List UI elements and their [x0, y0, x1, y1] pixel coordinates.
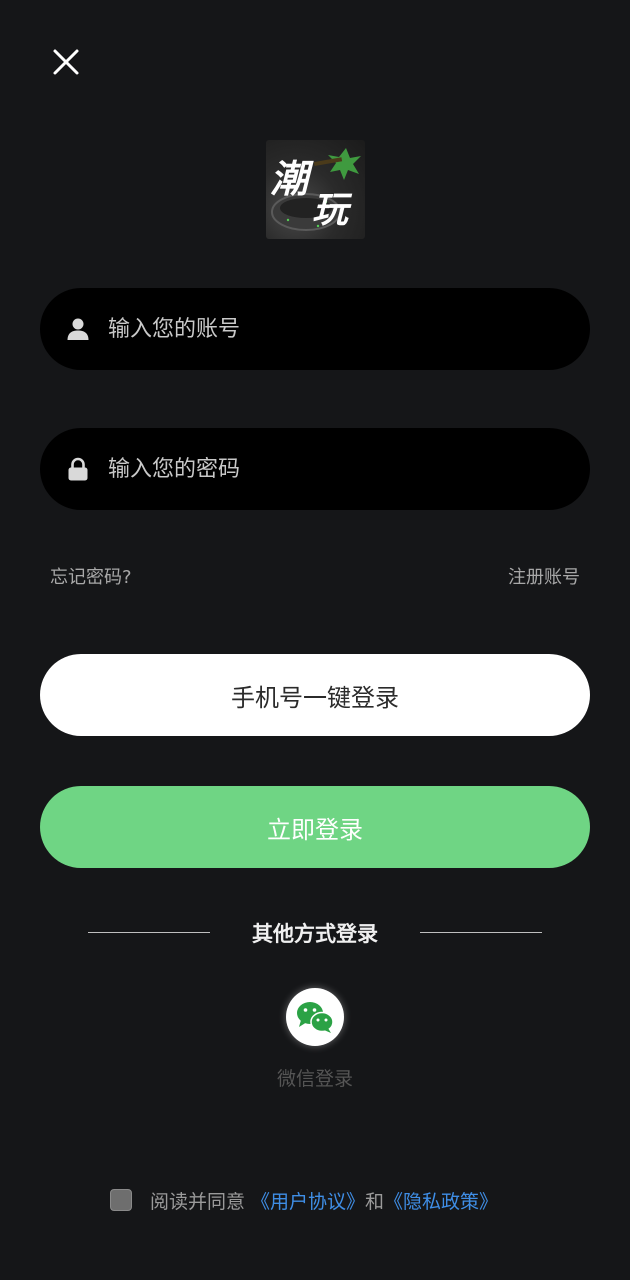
- other-login-title: 其他方式登录: [252, 922, 378, 946]
- phone-login-button[interactable]: 手机号一键登录: [40, 654, 590, 736]
- close-button[interactable]: [46, 42, 86, 82]
- password-input[interactable]: [108, 428, 568, 510]
- agreement-checkbox[interactable]: [110, 1189, 132, 1211]
- close-icon: [53, 49, 79, 75]
- divider-right: [420, 932, 542, 933]
- app-logo: 潮 玩: [266, 140, 365, 239]
- agreement-row: 阅读并同意 《用户协议》 和 《隐私政策》: [110, 1186, 498, 1214]
- login-button[interactable]: 立即登录: [40, 786, 590, 868]
- wechat-login-label: 微信登录: [276, 1068, 353, 1090]
- user-icon: [67, 318, 89, 340]
- agreement-prefix: 阅读并同意: [150, 1190, 246, 1213]
- account-field[interactable]: [40, 288, 590, 370]
- wechat-login-button[interactable]: [286, 988, 344, 1046]
- privacy-policy-link[interactable]: 《隐私政策》: [384, 1187, 498, 1214]
- logo-text-1: 潮: [270, 157, 314, 201]
- agreement-and: 和: [365, 1190, 385, 1213]
- lock-icon: [68, 457, 88, 481]
- password-field[interactable]: [40, 428, 590, 510]
- divider-left: [88, 932, 210, 933]
- forgot-password-link[interactable]: 忘记密码?: [50, 563, 132, 589]
- logo-text-2: 玩: [312, 190, 353, 231]
- register-link[interactable]: 注册账号: [508, 563, 580, 589]
- user-agreement-link[interactable]: 《用户协议》: [251, 1187, 365, 1214]
- account-input[interactable]: [108, 288, 568, 370]
- wechat-icon: [297, 1002, 334, 1033]
